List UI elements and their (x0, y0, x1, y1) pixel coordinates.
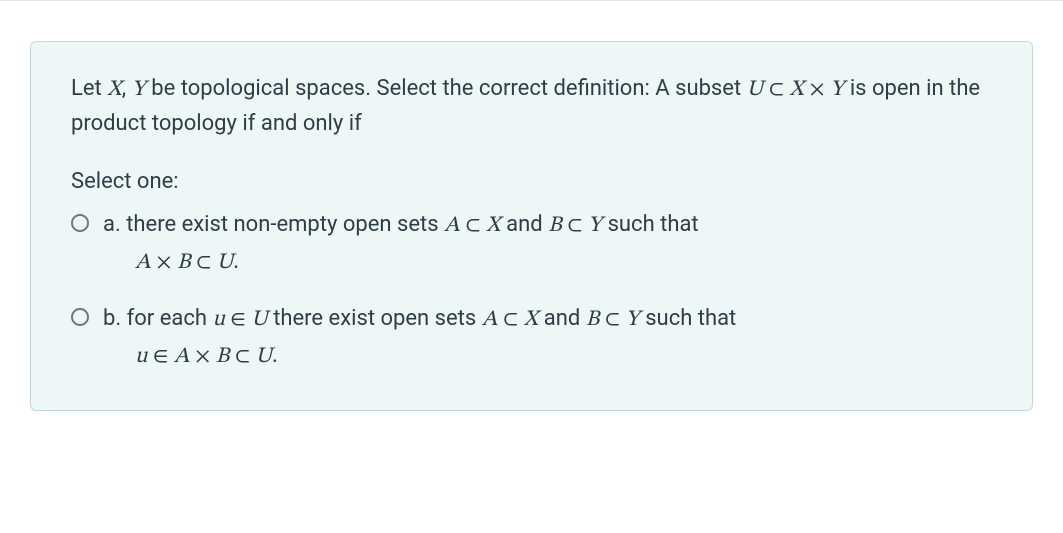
math-var-b: B (216, 346, 230, 368)
text: there exist non-empty open sets (121, 212, 444, 237)
option-label-b: b. (103, 306, 121, 331)
math-var-x: X (486, 215, 501, 237)
answer-b-text: b. for each u ∈ U there exist open sets … (103, 302, 992, 374)
times-op: × (151, 252, 177, 274)
dot: . (272, 346, 277, 368)
text: such that (602, 212, 699, 237)
times-op: × (190, 346, 216, 368)
text: there exist open sets (268, 306, 482, 331)
in-op: ∈ (148, 346, 174, 368)
math-var-u: U (256, 346, 273, 368)
subset-op: ⊂ (229, 346, 255, 368)
dot: . (233, 252, 238, 274)
math-var-u: U (747, 79, 764, 101)
in-op: ∈ (225, 309, 251, 331)
option-label-a: a. (103, 212, 121, 237)
page: Let X, Y be topological spaces. Select t… (0, 0, 1063, 533)
math-var-b: B (548, 215, 562, 237)
math-var-u-small: u (212, 309, 225, 331)
subset-op: ⊂ (497, 309, 523, 331)
question-text: Let X, Y be topological spaces. Select t… (71, 72, 992, 141)
math-var-a: A (444, 215, 460, 237)
subset-op: ⊂ (460, 215, 486, 237)
text: , (122, 76, 132, 101)
times-op: × (804, 79, 830, 101)
subset-op: ⊂ (763, 79, 789, 101)
subset-op: ⊂ (599, 309, 625, 331)
math-var-a: A (135, 252, 151, 274)
math-var-a: A (174, 346, 190, 368)
radio-b[interactable] (71, 308, 89, 326)
answer-option-a: a. there exist non-empty open sets A ⊂ X… (71, 208, 992, 280)
text: Let (71, 76, 107, 101)
text: be topological spaces. Select the correc… (146, 76, 747, 101)
text: for each (121, 306, 212, 331)
subset-op: ⊂ (191, 252, 217, 274)
answer-a-text: a. there exist non-empty open sets A ⊂ X… (103, 208, 992, 280)
answer-option-b: b. for each u ∈ U there exist open sets … (71, 302, 992, 374)
math-var-u-small: u (135, 346, 148, 368)
math-var-y2: Y (830, 79, 844, 101)
math-var-y: Y (132, 79, 146, 101)
math-var-a: A (482, 309, 498, 331)
math-var-x2: X (789, 79, 804, 101)
text: and (538, 306, 585, 331)
question-card: Let X, Y be topological spaces. Select t… (30, 41, 1033, 411)
math-var-y: Y (626, 309, 640, 331)
math-var-u: U (251, 309, 268, 331)
math-var-u: U (217, 252, 234, 274)
text: and (501, 212, 548, 237)
subset-op: ⊂ (562, 215, 588, 237)
math-var-x: X (107, 79, 122, 101)
select-one-prompt: Select one: (71, 169, 992, 194)
math-var-b: B (177, 252, 191, 274)
answer-b-line2: u ∈ A × B ⊂ U. (103, 339, 992, 374)
radio-a[interactable] (71, 214, 89, 232)
answer-a-line2: A × B ⊂ U. (103, 245, 992, 280)
answer-list: a. there exist non-empty open sets A ⊂ X… (71, 208, 992, 374)
math-var-y: Y (588, 215, 602, 237)
math-var-x: X (524, 309, 539, 331)
text: such that (640, 306, 737, 331)
math-var-b: B (586, 309, 600, 331)
